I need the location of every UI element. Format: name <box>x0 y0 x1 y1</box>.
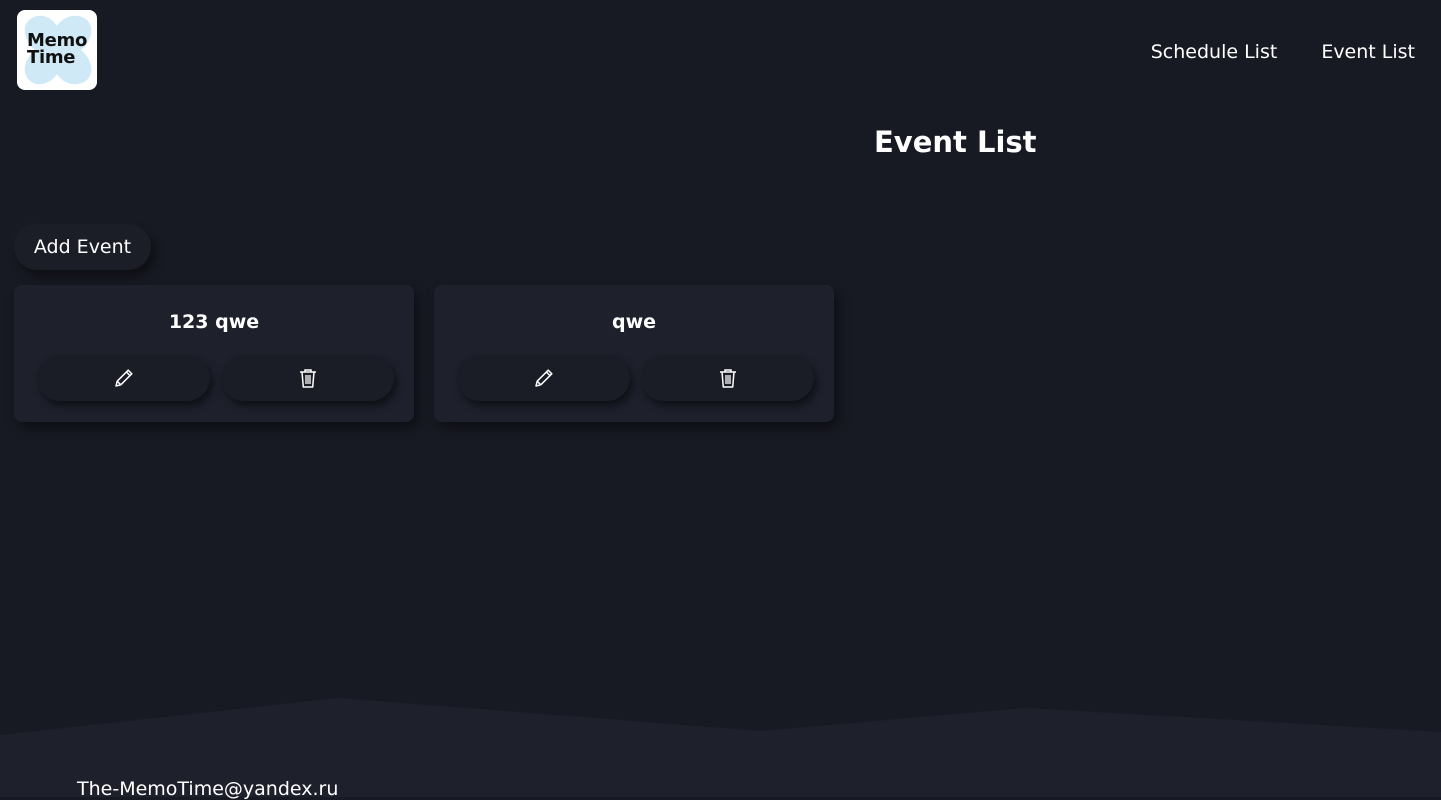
event-card: 123 qwe <box>14 285 414 422</box>
footer: The-MemoTime@yandex.ru <box>0 690 1441 800</box>
event-actions <box>37 355 394 401</box>
top-nav: Schedule List Event List <box>1151 41 1415 63</box>
nav-link-schedule-list[interactable]: Schedule List <box>1151 41 1278 63</box>
delete-event-button[interactable] <box>221 355 394 401</box>
event-cards: 123 qwe qwe <box>14 285 834 422</box>
event-card: qwe <box>434 285 834 422</box>
trash-icon <box>719 369 736 388</box>
nav-link-event-list[interactable]: Event List <box>1321 41 1415 63</box>
event-title: qwe <box>611 311 657 333</box>
add-event-button[interactable]: Add Event <box>14 224 151 270</box>
event-title: 123 qwe <box>168 311 260 333</box>
edit-event-button[interactable] <box>37 355 210 401</box>
delete-event-button[interactable] <box>641 355 814 401</box>
page-title: Event List <box>874 125 1037 159</box>
logo[interactable]: Memo Time <box>17 10 97 90</box>
pencil-icon <box>534 369 553 387</box>
pencil-icon <box>114 369 133 387</box>
edit-event-button[interactable] <box>457 355 630 401</box>
logo-line-time: Time <box>27 47 76 68</box>
event-actions <box>457 355 814 401</box>
logo-text: Memo Time <box>27 32 87 68</box>
trash-icon <box>299 369 316 388</box>
